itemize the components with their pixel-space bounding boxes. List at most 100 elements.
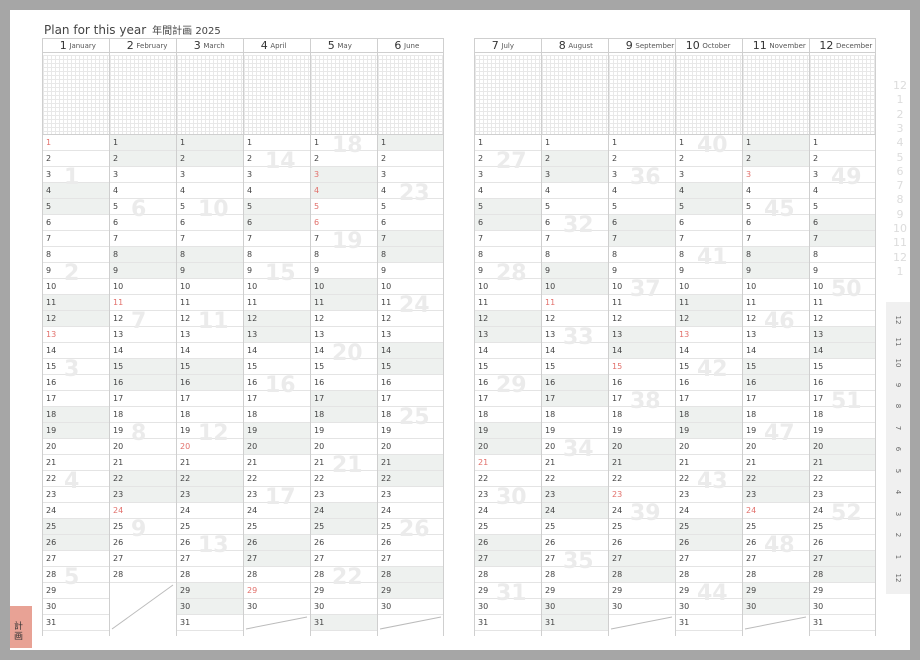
day-row[interactable]: 11 xyxy=(311,295,377,311)
day-row[interactable]: 29 xyxy=(542,583,608,599)
day-row[interactable]: 7 xyxy=(311,231,377,247)
day-row[interactable]: 23 xyxy=(43,487,109,503)
day-row[interactable]: 25 xyxy=(244,519,310,535)
day-row[interactable]: 14 xyxy=(743,343,809,359)
day-row[interactable]: 29 xyxy=(177,583,243,599)
day-row[interactable]: 29 xyxy=(609,583,675,599)
day-row[interactable]: 8 xyxy=(177,247,243,263)
day-row[interactable]: 2 xyxy=(542,151,608,167)
day-row[interactable]: 7 xyxy=(43,231,109,247)
day-row[interactable]: 15 xyxy=(244,359,310,375)
day-row[interactable]: 22 xyxy=(542,471,608,487)
day-row[interactable]: 28 xyxy=(311,567,377,583)
day-row[interactable]: 20 xyxy=(810,439,875,455)
month-tab[interactable]: 1 xyxy=(894,547,902,567)
day-row[interactable]: 19 xyxy=(244,423,310,439)
day-row[interactable]: 24 xyxy=(110,503,176,519)
day-row[interactable]: 30 xyxy=(609,599,675,615)
day-row[interactable]: 1 xyxy=(609,135,675,151)
day-row[interactable]: 14 xyxy=(177,343,243,359)
day-row[interactable]: 3 xyxy=(743,167,809,183)
day-row[interactable]: 4 xyxy=(743,183,809,199)
day-row[interactable]: 4 xyxy=(43,183,109,199)
day-row[interactable]: 14 xyxy=(810,343,875,359)
day-row[interactable]: 28 xyxy=(475,567,541,583)
day-row[interactable]: 10 xyxy=(43,279,109,295)
day-row[interactable]: 28 xyxy=(110,567,176,583)
day-row[interactable]: 15 xyxy=(311,359,377,375)
day-row[interactable]: 29 xyxy=(311,583,377,599)
month-tab[interactable]: 6 xyxy=(894,439,902,459)
day-row[interactable]: 10 xyxy=(110,279,176,295)
day-row[interactable]: 11 xyxy=(676,295,742,311)
day-row[interactable]: 28 xyxy=(743,567,809,583)
day-row[interactable]: 20 xyxy=(110,439,176,455)
day-row[interactable]: 6 xyxy=(311,215,377,231)
day-row[interactable]: 7 xyxy=(743,231,809,247)
month-tab[interactable]: 3 xyxy=(894,504,902,524)
day-row[interactable]: 29 xyxy=(378,583,443,599)
day-row[interactable]: 12 xyxy=(378,311,443,327)
day-row[interactable]: 20 xyxy=(542,439,608,455)
day-row[interactable]: 2 xyxy=(43,151,109,167)
day-row[interactable]: 22 xyxy=(810,471,875,487)
day-row[interactable]: 4 xyxy=(244,183,310,199)
day-row[interactable]: 3 xyxy=(244,167,310,183)
day-row[interactable]: 1 xyxy=(177,135,243,151)
day-row[interactable]: 24 xyxy=(810,503,875,519)
day-row[interactable]: 6 xyxy=(743,215,809,231)
day-row[interactable]: 26 xyxy=(542,535,608,551)
day-row[interactable]: 19 xyxy=(743,423,809,439)
day-row[interactable]: 26 xyxy=(378,535,443,551)
planning-grid[interactable] xyxy=(43,55,109,135)
day-row[interactable]: 22 xyxy=(378,471,443,487)
day-row[interactable]: 8 xyxy=(378,247,443,263)
day-row[interactable]: 25 xyxy=(177,519,243,535)
day-row[interactable]: 20 xyxy=(311,439,377,455)
day-row[interactable]: 28 xyxy=(676,567,742,583)
month-tab[interactable]: 11 xyxy=(894,332,902,352)
day-row[interactable]: 24 xyxy=(542,503,608,519)
day-row[interactable]: 8 xyxy=(676,247,742,263)
day-row[interactable]: 12 xyxy=(743,311,809,327)
day-row[interactable]: 17 xyxy=(311,391,377,407)
day-row[interactable]: 19 xyxy=(177,423,243,439)
day-row[interactable]: 6 xyxy=(43,215,109,231)
day-row[interactable]: 2 xyxy=(311,151,377,167)
day-row[interactable]: 30 xyxy=(676,599,742,615)
day-row[interactable]: 16 xyxy=(244,375,310,391)
planning-grid[interactable] xyxy=(475,55,541,135)
month-tab[interactable]: 2 xyxy=(894,525,902,545)
day-row[interactable]: 4 xyxy=(177,183,243,199)
day-row[interactable]: 5 xyxy=(609,199,675,215)
day-row[interactable]: 3 xyxy=(676,167,742,183)
month-tab[interactable]: 12 xyxy=(894,568,902,588)
day-row[interactable]: 21 xyxy=(110,455,176,471)
planning-grid[interactable] xyxy=(810,55,875,135)
day-row[interactable]: 28 xyxy=(810,567,875,583)
day-row[interactable]: 13 xyxy=(244,327,310,343)
day-row[interactable]: 1 xyxy=(311,135,377,151)
day-row[interactable]: 16 xyxy=(743,375,809,391)
day-row[interactable]: 17 xyxy=(110,391,176,407)
day-row[interactable]: 23 xyxy=(743,487,809,503)
planning-grid[interactable] xyxy=(609,55,675,135)
day-row[interactable]: 6 xyxy=(542,215,608,231)
day-row[interactable]: 10 xyxy=(743,279,809,295)
day-row[interactable]: 15 xyxy=(43,359,109,375)
planning-grid[interactable] xyxy=(177,55,243,135)
day-row[interactable]: 2 xyxy=(177,151,243,167)
day-row[interactable]: 18 xyxy=(43,407,109,423)
day-row[interactable]: 4 xyxy=(810,183,875,199)
day-row[interactable]: 26 xyxy=(475,535,541,551)
day-row[interactable]: 11 xyxy=(810,295,875,311)
month-tab[interactable]: 10 xyxy=(894,353,902,373)
day-row[interactable]: 4 xyxy=(676,183,742,199)
day-row[interactable]: 31 xyxy=(311,615,377,631)
day-row[interactable]: 19 xyxy=(609,423,675,439)
day-row[interactable]: 28 xyxy=(244,567,310,583)
day-row[interactable]: 21 xyxy=(542,455,608,471)
day-row[interactable]: 4 xyxy=(475,183,541,199)
day-row[interactable]: 16 xyxy=(43,375,109,391)
day-row[interactable]: 2 xyxy=(110,151,176,167)
